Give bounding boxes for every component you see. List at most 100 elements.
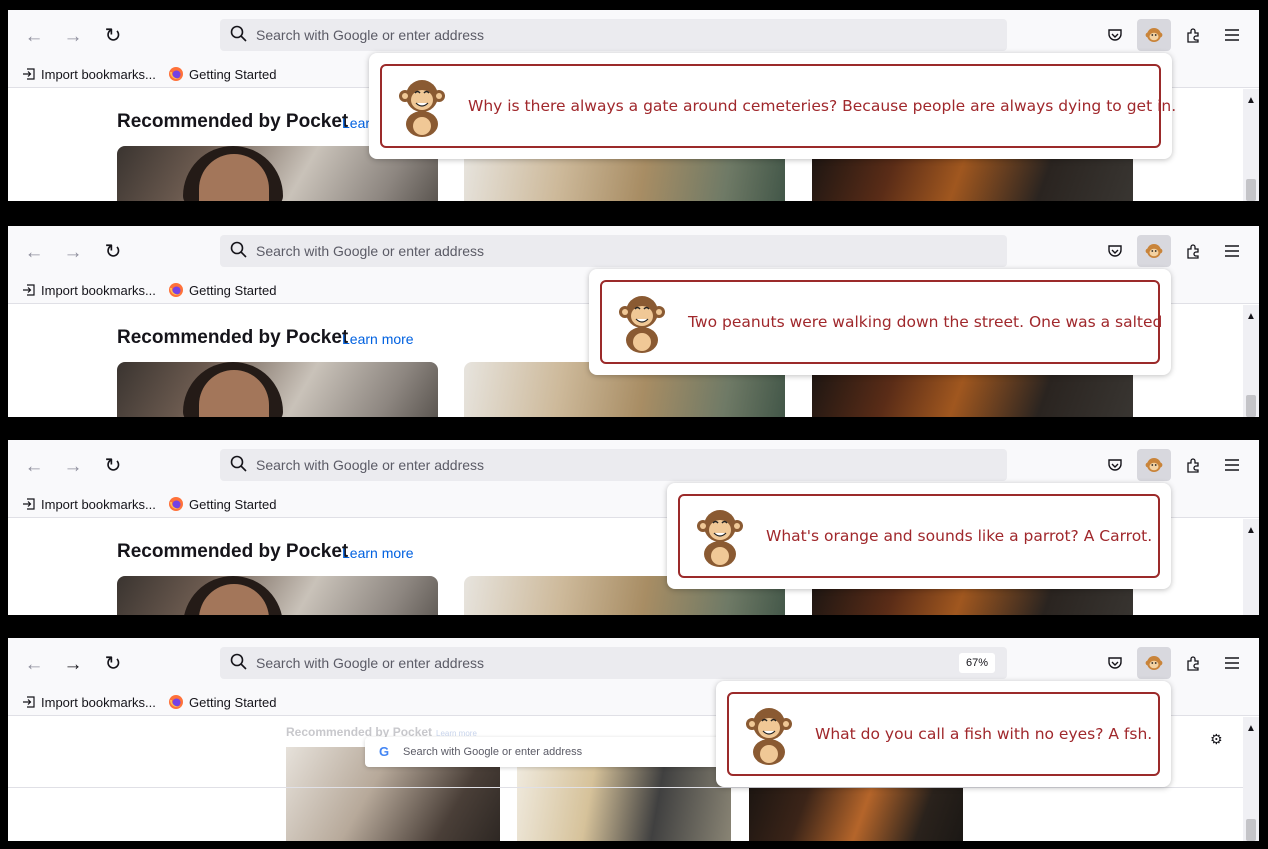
search-icon	[230, 25, 247, 42]
pocket-icon[interactable]	[1098, 19, 1132, 51]
scrollbar[interactable]: ▲	[1243, 717, 1259, 841]
reload-icon[interactable]: ↻	[99, 650, 127, 678]
bookmark-getting-started[interactable]: Getting Started	[168, 693, 276, 711]
reload-icon[interactable]: ↻	[99, 238, 127, 266]
learn-more-link[interactable]: Learn more	[342, 331, 414, 347]
joke-box: What do you call a fish with no eyes? A …	[727, 692, 1160, 776]
browser-panel-2: ← → ↻ Search with Google or enter addres…	[8, 226, 1259, 417]
bookmark-getting-started[interactable]: Getting Started	[168, 495, 276, 513]
extensions-icon[interactable]	[1176, 19, 1210, 51]
forward-arrow-icon[interactable]: →	[59, 238, 87, 266]
joke-box: What's orange and sounds like a parrot? …	[678, 494, 1160, 578]
firefox-icon	[169, 67, 183, 81]
page-search-box[interactable]: G Search with Google or enter address	[365, 737, 745, 767]
address-placeholder: Search with Google or enter address	[256, 243, 485, 259]
forward-arrow-icon[interactable]: →	[59, 650, 87, 678]
story-card[interactable]	[117, 362, 438, 417]
scroll-up-arrow[interactable]: ▲	[1246, 723, 1256, 734]
joke-text: Two peanuts were walking down the street…	[688, 313, 1163, 331]
firefox-icon	[169, 283, 183, 297]
scroll-up-arrow[interactable]: ▲	[1246, 95, 1256, 106]
monkey-icon	[399, 80, 445, 137]
scroll-up-arrow[interactable]: ▲	[1246, 311, 1256, 322]
scrollbar[interactable]: ▲	[1243, 305, 1259, 417]
hamburger-menu-icon[interactable]	[1215, 449, 1249, 481]
joke-popup: Why is there always a gate around cemete…	[369, 53, 1176, 159]
scrollbar[interactable]: ▲	[1243, 519, 1259, 615]
browser-panel-1: ← → ↻ Search with Google or enter addres…	[8, 10, 1259, 201]
bookmark-getting-started[interactable]: Getting Started	[168, 65, 276, 83]
joke-popup: Two peanuts were walking down the street…	[589, 269, 1171, 375]
joke-box: Why is there always a gate around cemete…	[380, 64, 1176, 148]
joke-text: What do you call a fish with no eyes? A …	[815, 725, 1153, 743]
monkey-icon[interactable]	[1137, 235, 1171, 267]
google-icon: G	[379, 744, 390, 759]
monkey-icon[interactable]	[1137, 449, 1171, 481]
import-icon	[23, 498, 35, 510]
learn-more-link[interactable]: Learn more	[342, 545, 414, 561]
scrollbar[interactable]: ▲	[1243, 89, 1259, 201]
firefox-icon	[169, 497, 183, 511]
search-icon	[230, 653, 247, 670]
forward-arrow-icon[interactable]: →	[59, 22, 87, 50]
firefox-icon	[169, 695, 183, 709]
forward-arrow-icon[interactable]: →	[59, 452, 87, 480]
reload-icon[interactable]: ↻	[99, 22, 127, 50]
bookmark-import[interactable]: Import bookmarks...	[22, 65, 156, 83]
bookmark-import[interactable]: Import bookmarks...	[22, 281, 156, 299]
extensions-icon[interactable]	[1176, 235, 1210, 267]
pocket-icon[interactable]	[1098, 449, 1132, 481]
reload-icon[interactable]: ↻	[99, 452, 127, 480]
pocket-icon[interactable]	[1098, 647, 1132, 679]
scroll-up-arrow[interactable]: ▲	[1246, 525, 1256, 536]
back-arrow-icon[interactable]: ←	[20, 650, 48, 678]
section-title: Recommended by Pocket	[117, 327, 349, 348]
story-card[interactable]	[117, 576, 438, 615]
address-bar[interactable]: Search with Google or enter address	[220, 449, 1007, 481]
hamburger-menu-icon[interactable]	[1215, 647, 1249, 679]
address-bar[interactable]: Search with Google or enter address	[220, 235, 1007, 267]
page-search-placeholder: Search with Google or enter address	[403, 746, 583, 758]
search-icon	[230, 455, 247, 472]
scroll-thumb[interactable]	[1246, 819, 1256, 841]
section-title: Recommended by Pocket	[117, 541, 349, 562]
pocket-icon[interactable]	[1098, 235, 1132, 267]
extensions-icon[interactable]	[1176, 647, 1210, 679]
joke-popup: What do you call a fish with no eyes? A …	[716, 681, 1171, 787]
back-arrow-icon[interactable]: ←	[20, 452, 48, 480]
monkey-icon[interactable]	[1137, 19, 1171, 51]
import-icon	[23, 696, 35, 708]
bookmark-import[interactable]: Import bookmarks...	[22, 495, 156, 513]
divider	[8, 787, 1259, 788]
browser-panel-3: ← → ↻ Search with Google or enter addres…	[8, 440, 1259, 615]
bookmark-getting-started[interactable]: Getting Started	[168, 281, 276, 299]
extensions-icon[interactable]	[1176, 449, 1210, 481]
monkey-icon	[697, 510, 743, 567]
joke-text: What's orange and sounds like a parrot? …	[766, 527, 1153, 545]
learn-more-link[interactable]: Lear	[342, 115, 370, 131]
joke-text: Why is there always a gate around cemete…	[468, 97, 1177, 115]
hamburger-menu-icon[interactable]	[1215, 19, 1249, 51]
address-placeholder: Search with Google or enter address	[256, 27, 485, 43]
scroll-thumb[interactable]	[1246, 395, 1256, 417]
joke-box: Two peanuts were walking down the street…	[600, 280, 1163, 364]
bookmark-import[interactable]: Import bookmarks...	[22, 693, 156, 711]
section-title: Recommended by Pocket	[117, 111, 349, 132]
joke-popup: What's orange and sounds like a parrot? …	[667, 483, 1171, 589]
scroll-thumb[interactable]	[1246, 179, 1256, 201]
address-placeholder: Search with Google or enter address	[256, 655, 485, 671]
gear-icon[interactable]: ⚙	[1210, 731, 1223, 748]
monkey-icon	[619, 296, 665, 353]
monkey-icon	[746, 708, 792, 765]
import-icon	[23, 284, 35, 296]
address-bar[interactable]: Search with Google or enter address 67%	[220, 647, 1007, 679]
hamburger-menu-icon[interactable]	[1215, 235, 1249, 267]
address-bar[interactable]: Search with Google or enter address	[220, 19, 1007, 51]
back-arrow-icon[interactable]: ←	[20, 238, 48, 266]
address-placeholder: Search with Google or enter address	[256, 457, 485, 473]
import-icon	[23, 68, 35, 80]
back-arrow-icon[interactable]: ←	[20, 22, 48, 50]
browser-panel-4: ← → ↻ Search with Google or enter addres…	[8, 638, 1259, 841]
monkey-icon[interactable]	[1137, 647, 1171, 679]
zoom-level-badge[interactable]: 67%	[958, 653, 995, 673]
